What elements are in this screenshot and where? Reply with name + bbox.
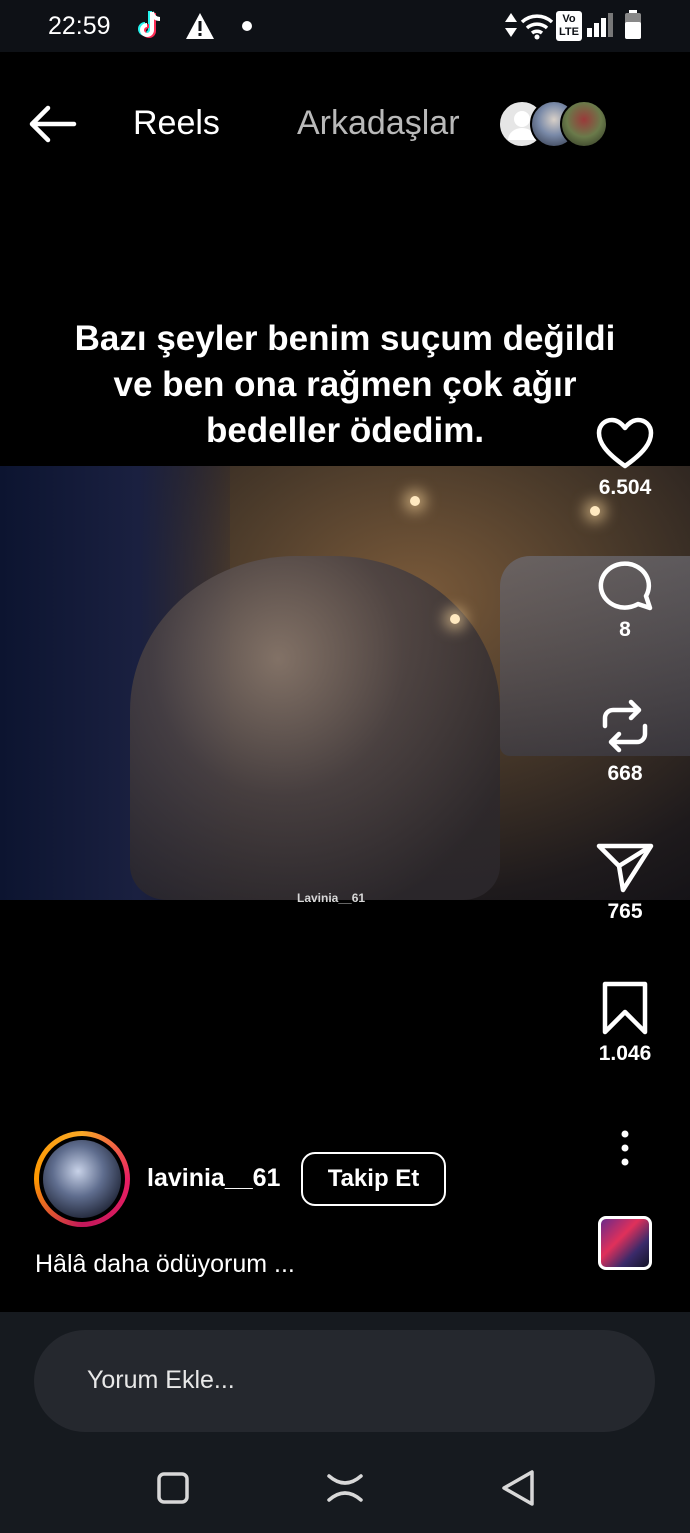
arrow-left-icon <box>29 105 77 143</box>
recent-apps-button[interactable] <box>151 1466 195 1510</box>
save-count: 1.046 <box>598 1042 652 1065</box>
video-person <box>130 556 500 900</box>
author-username[interactable]: lavinia__61 <box>147 1164 280 1193</box>
back-nav-button[interactable] <box>496 1466 540 1510</box>
video-caption: Bazı şeyler benim suçum değildi ve ben o… <box>40 316 650 454</box>
share-button[interactable]: 765 <box>580 840 670 924</box>
like-count: 6.504 <box>598 476 652 499</box>
tiktok-icon <box>134 8 168 49</box>
like-button[interactable]: 6.504 <box>580 416 670 500</box>
repost-button[interactable]: 668 <box>580 696 670 786</box>
status-time: 22:59 <box>48 12 111 40</box>
reel-video[interactable] <box>0 466 690 900</box>
status-bar: 22:59 Vo LTE <box>0 0 690 52</box>
tab-reels[interactable]: Reels <box>133 104 220 143</box>
heart-icon <box>596 417 654 469</box>
wifi-icon <box>520 12 554 45</box>
volte-bottom-label: LTE <box>559 26 579 38</box>
repost-icon <box>602 699 648 753</box>
battery-icon <box>624 10 642 45</box>
caption-line: ve ben ona rağmen çok ağır <box>113 365 577 404</box>
comment-count: 8 <box>619 618 631 641</box>
follow-button[interactable]: Takip Et <box>301 1152 446 1206</box>
send-icon <box>596 843 654 893</box>
save-button[interactable]: 1.046 <box>580 980 670 1066</box>
notification-dot <box>242 21 252 31</box>
more-options-button[interactable] <box>610 1128 640 1168</box>
repost-count: 668 <box>607 762 643 785</box>
warning-icon <box>184 11 216 46</box>
back-button[interactable] <box>24 102 80 146</box>
volte-top-label: Vo <box>562 13 576 25</box>
volte-icon: Vo LTE <box>556 11 582 41</box>
friend-avatar <box>560 100 608 148</box>
video-watermark: Lavinia__61 <box>297 891 366 905</box>
audio-thumbnail[interactable] <box>598 1216 652 1270</box>
share-count: 765 <box>607 900 643 923</box>
signal-icon <box>586 12 614 43</box>
comment-icon <box>598 561 653 611</box>
friends-avatars[interactable] <box>498 100 608 148</box>
square-icon <box>157 1472 189 1504</box>
comment-button[interactable]: 8 <box>580 558 670 642</box>
more-vertical-icon <box>621 1130 629 1166</box>
home-gesture-icon <box>327 1474 363 1502</box>
triangle-back-icon <box>502 1470 534 1506</box>
home-button[interactable] <box>323 1466 367 1510</box>
data-arrows-icon <box>504 12 518 43</box>
video-light <box>450 614 460 624</box>
caption-line: Bazı şeyler benim suçum değildi <box>74 319 616 358</box>
avatar-image <box>43 1140 121 1218</box>
reel-description[interactable]: Hâlâ daha ödüyorum ... <box>35 1250 295 1279</box>
video-light <box>410 496 420 506</box>
caption-line: bedeller ödedim. <box>205 411 485 450</box>
tab-friends[interactable]: Arkadaşlar <box>297 104 460 143</box>
author-avatar[interactable] <box>34 1131 130 1227</box>
bookmark-icon <box>602 981 648 1035</box>
video-light <box>590 506 600 516</box>
avatar-ring-inner <box>39 1136 125 1222</box>
comment-placeholder[interactable]: Yorum Ekle... <box>87 1366 235 1395</box>
